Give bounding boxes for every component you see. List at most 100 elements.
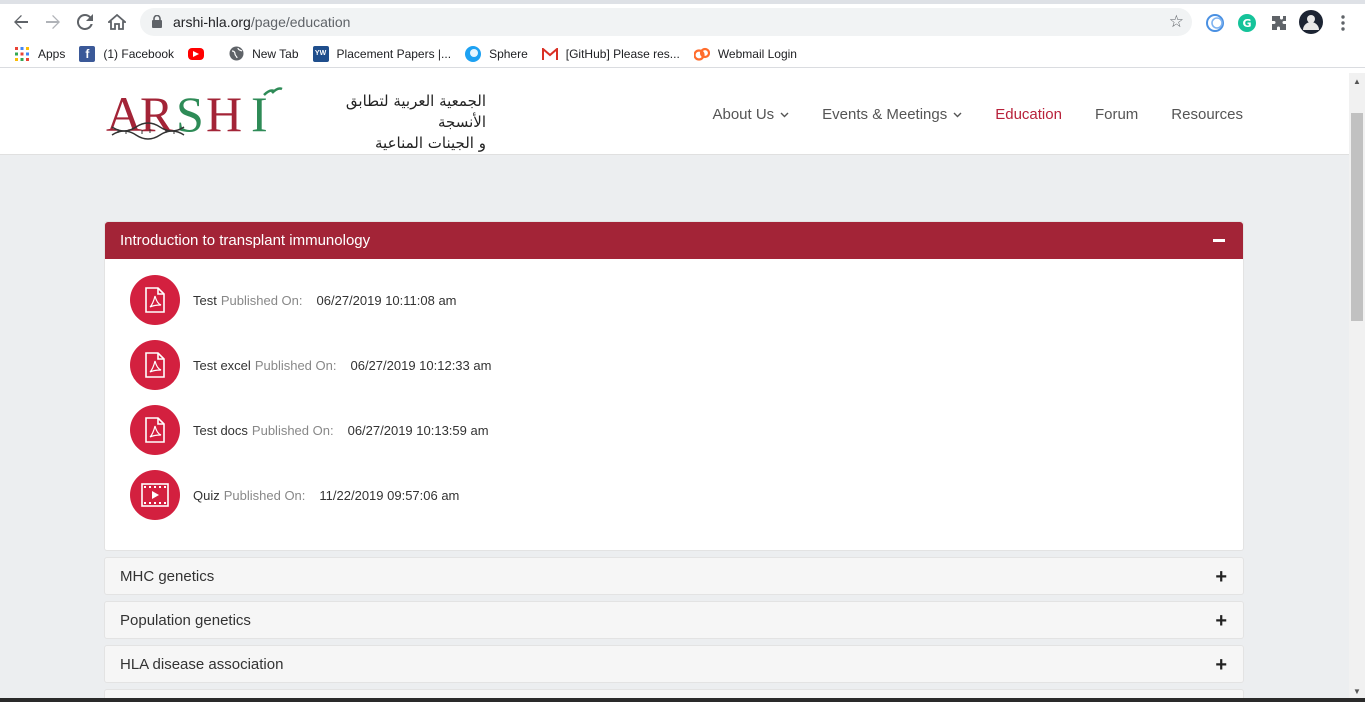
panel-title: Population genetics xyxy=(120,611,251,629)
scroll-down-arrow-icon[interactable]: ▼ xyxy=(1353,687,1361,696)
bookmark-github-gmail[interactable]: [GitHub] Please res... xyxy=(541,42,680,66)
bookmark-sphere[interactable]: Sphere xyxy=(465,42,528,66)
accordion-body: Test Published On: 06/27/2019 10:11:08 a… xyxy=(105,259,1243,550)
list-item: Test Published On: 06/27/2019 10:11:08 a… xyxy=(130,275,457,325)
address-bar[interactable]: arshi-hla.org/page/education ☆ xyxy=(140,8,1192,36)
nav-events-meetings[interactable]: Events & Meetings xyxy=(822,106,962,123)
expand-plus-icon[interactable]: + xyxy=(1215,567,1227,587)
published-date: 06/27/2019 10:13:59 am xyxy=(347,422,489,438)
bookmark-new-tab[interactable]: New Tab xyxy=(228,42,299,66)
url-text: arshi-hla.org/page/education xyxy=(173,14,351,30)
pdf-icon[interactable] xyxy=(130,340,180,390)
nav-label: Forum xyxy=(1094,106,1139,123)
scroll-up-arrow-icon[interactable]: ▲ xyxy=(1353,77,1361,86)
svg-text:A: A xyxy=(106,86,142,142)
svg-text:R: R xyxy=(140,86,174,142)
lock-icon xyxy=(152,14,162,33)
accordion-header-mhc-genetics[interactable]: MHC genetics + xyxy=(104,557,1244,595)
svg-text:G: G xyxy=(1242,17,1251,30)
nav-resources[interactable]: Resources xyxy=(1171,106,1243,123)
svg-text:H: H xyxy=(206,86,242,142)
bookmark-label: Apps xyxy=(38,46,66,61)
back-arrow-icon[interactable] xyxy=(5,6,37,38)
panel-title: HLA disease association xyxy=(120,655,284,673)
logo-arabic-text: الجمعية العربية لتطابق الأنسجة و الجينات… xyxy=(300,91,486,154)
home-icon[interactable] xyxy=(101,6,133,38)
file-name-link[interactable]: Test docs xyxy=(193,423,248,438)
main-nav: About Us Events & Meetings Education For… xyxy=(679,106,1243,123)
chevron-down-icon xyxy=(953,110,962,121)
globe-icon xyxy=(228,46,244,62)
published-label: Published On: xyxy=(254,357,337,373)
page-scrollbar[interactable]: ▲ ▼ xyxy=(1349,73,1365,698)
panel-title: Introduction to transplant immunology xyxy=(120,232,371,249)
apps-grid-icon xyxy=(14,46,30,62)
file-name-link[interactable]: Quiz xyxy=(193,488,220,503)
nav-education[interactable]: Education xyxy=(995,106,1062,123)
menu-kebab-icon[interactable] xyxy=(1332,12,1354,34)
file-name-link[interactable]: Test excel xyxy=(193,358,251,373)
published-date: 11/22/2019 09:57:06 am xyxy=(319,487,460,503)
yw-icon: YW xyxy=(312,45,329,62)
collapse-minus-icon[interactable] xyxy=(1213,239,1225,242)
pdf-icon[interactable] xyxy=(130,405,180,455)
nav-label: Events & Meetings xyxy=(822,106,948,123)
bookmark-facebook[interactable]: f (1) Facebook xyxy=(79,42,174,66)
bookmark-youtube[interactable] xyxy=(188,42,214,66)
list-item: Test docs Published On: 06/27/2019 10:13… xyxy=(130,405,489,455)
accordion-header-hla-disease[interactable]: HLA disease association + xyxy=(104,645,1244,683)
expand-plus-icon[interactable]: + xyxy=(1215,611,1227,631)
logo-arabic-line1: الجمعية العربية لتطابق الأنسجة xyxy=(345,92,486,131)
scrollbar-thumb[interactable] xyxy=(1351,113,1363,321)
forward-arrow-icon[interactable] xyxy=(37,6,69,38)
nav-label: About Us xyxy=(712,106,775,123)
gmail-icon xyxy=(541,46,558,62)
accordion-panel-open: Introduction to transplant immunology Te… xyxy=(104,221,1244,551)
published-label: Published On: xyxy=(220,292,303,308)
video-icon[interactable] xyxy=(130,470,180,520)
bookmark-star-icon[interactable]: ☆ xyxy=(1169,12,1184,32)
nav-label: Education xyxy=(995,106,1062,123)
list-item: Quiz Published On: 11/22/2019 09:57:06 a… xyxy=(130,470,459,520)
profile-avatar[interactable] xyxy=(1299,10,1323,34)
youtube-icon xyxy=(188,47,205,60)
bookmark-label: [GitHub] Please res... xyxy=(565,46,680,61)
published-date: 06/27/2019 10:11:08 am xyxy=(316,292,457,308)
published-date: 06/27/2019 10:12:33 am xyxy=(350,357,492,373)
logo-arabic-line2: و الجينات المناعية xyxy=(375,134,486,152)
published-label: Published On: xyxy=(251,422,334,438)
bookmarks-bar: Apps f (1) Facebook New Tab YW Placement… xyxy=(0,40,1365,68)
file-name-link[interactable]: Test xyxy=(193,293,217,308)
list-item: Test excel Published On: 06/27/2019 10:1… xyxy=(130,340,491,390)
bookmark-label: (1) Facebook xyxy=(103,46,175,61)
bookmark-label: Sphere xyxy=(489,46,528,61)
bookmark-label: Webmail Login xyxy=(717,46,797,61)
panel-title: MHC genetics xyxy=(120,567,215,585)
expand-plus-icon[interactable]: + xyxy=(1215,655,1227,675)
reload-icon[interactable] xyxy=(69,6,101,38)
accordion-header-population-genetics[interactable]: Population genetics + xyxy=(104,601,1244,639)
bookmark-label: Placement Papers |... xyxy=(336,46,452,61)
taskbar-edge xyxy=(0,698,1365,702)
bookmark-apps[interactable]: Apps xyxy=(14,42,65,66)
accordion-header-intro-transplant[interactable]: Introduction to transplant immunology xyxy=(105,222,1243,259)
nav-label: Resources xyxy=(1171,106,1243,123)
arshi-logo[interactable]: A R S H I xyxy=(106,85,296,145)
bookmark-placement-papers[interactable]: YW Placement Papers |... xyxy=(312,42,452,66)
browser-toolbar: arshi-hla.org/page/education ☆ G xyxy=(0,4,1365,40)
education-accordion: Introduction to transplant immunology Te… xyxy=(104,221,1244,701)
chevron-down-icon xyxy=(780,110,789,121)
bookmark-label: New Tab xyxy=(252,46,299,61)
grammarly-icon[interactable]: G xyxy=(1236,12,1258,34)
puzzle-extensions-icon[interactable] xyxy=(1268,12,1290,34)
facebook-icon: f xyxy=(79,45,96,62)
published-label: Published On: xyxy=(223,487,306,503)
sphere-icon xyxy=(465,45,482,62)
nav-about-us[interactable]: About Us xyxy=(712,106,789,123)
bookmark-webmail[interactable]: Webmail Login xyxy=(693,42,797,66)
pdf-icon[interactable] xyxy=(130,275,180,325)
site-header: A R S H I الجمعية العربية لتطابق الأنسجة… xyxy=(0,73,1349,155)
extension-c-icon[interactable] xyxy=(1204,12,1226,34)
nav-forum[interactable]: Forum xyxy=(1095,106,1138,123)
cpanel-icon xyxy=(693,46,710,62)
